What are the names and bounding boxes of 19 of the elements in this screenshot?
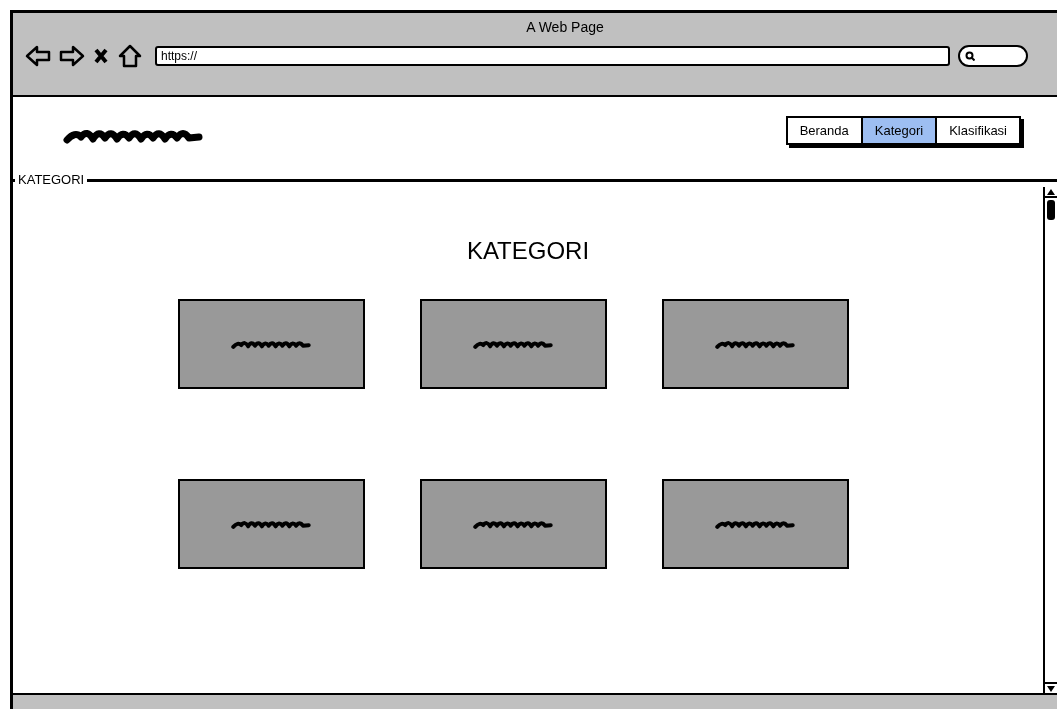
scribble-icon (231, 518, 311, 530)
scroll-down-icon[interactable] (1045, 681, 1057, 693)
scribble-icon (715, 338, 795, 350)
back-icon[interactable] (25, 43, 51, 69)
section-heading: KATEGORI (466, 237, 590, 265)
search-field[interactable] (958, 45, 1028, 67)
forward-icon[interactable] (59, 43, 85, 69)
scribble-icon (715, 518, 795, 530)
scribble-icon (473, 338, 553, 350)
search-icon (965, 51, 975, 61)
scribble-icon (231, 338, 311, 350)
scrollbar[interactable] (1043, 187, 1057, 693)
window-title: A Web Page (526, 18, 604, 37)
section-legend: KATEGORI (15, 173, 88, 187)
home-icon[interactable] (117, 43, 143, 69)
url-field[interactable]: https:// (155, 46, 950, 66)
nav-tab[interactable]: Kategori (860, 117, 936, 143)
scribble-icon (473, 518, 553, 530)
scroll-up-icon[interactable] (1045, 187, 1057, 221)
